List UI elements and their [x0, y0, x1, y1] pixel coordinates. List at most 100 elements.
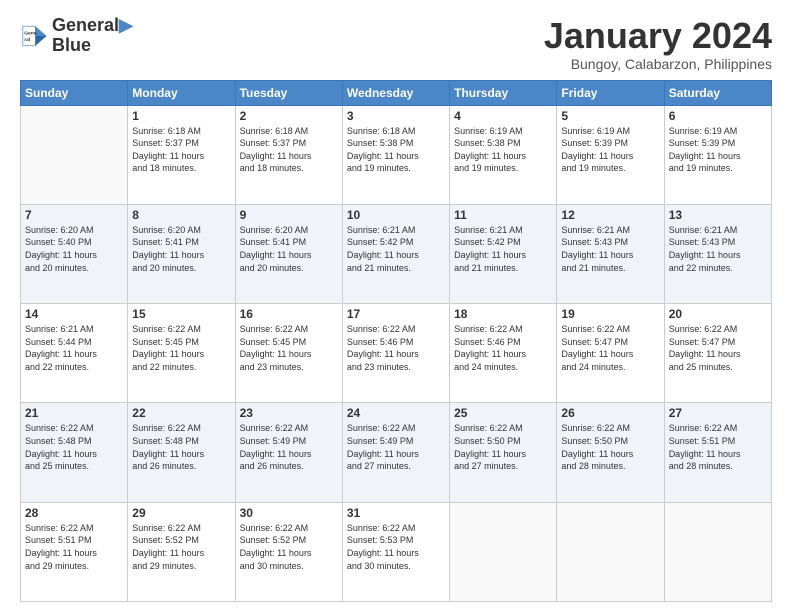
day-number: 10 — [347, 208, 445, 222]
day-header-saturday: Saturday — [664, 80, 771, 105]
day-number: 16 — [240, 307, 338, 321]
day-number: 29 — [132, 506, 230, 520]
day-header-thursday: Thursday — [450, 80, 557, 105]
day-cell: 28 Sunrise: 6:22 AM Sunset: 5:51 PM Dayli… — [21, 502, 128, 601]
week-row-4: 21 Sunrise: 6:22 AM Sunset: 5:48 PM Dayli… — [21, 403, 772, 502]
day-cell: 16 Sunrise: 6:22 AM Sunset: 5:45 PM Dayli… — [235, 304, 342, 403]
month-title: January 2024 — [544, 16, 772, 56]
day-cell: 25 Sunrise: 6:22 AM Sunset: 5:50 PM Dayli… — [450, 403, 557, 502]
week-row-3: 14 Sunrise: 6:21 AM Sunset: 5:44 PM Dayli… — [21, 304, 772, 403]
day-info: Sunrise: 6:19 AM Sunset: 5:39 PM Dayligh… — [561, 125, 659, 175]
day-cell — [21, 105, 128, 204]
day-info: Sunrise: 6:19 AM Sunset: 5:39 PM Dayligh… — [669, 125, 767, 175]
day-info: Sunrise: 6:22 AM Sunset: 5:49 PM Dayligh… — [240, 422, 338, 472]
day-cell: 5 Sunrise: 6:19 AM Sunset: 5:39 PM Daylig… — [557, 105, 664, 204]
day-info: Sunrise: 6:22 AM Sunset: 5:47 PM Dayligh… — [561, 323, 659, 373]
day-info: Sunrise: 6:22 AM Sunset: 5:50 PM Dayligh… — [561, 422, 659, 472]
day-cell: 6 Sunrise: 6:19 AM Sunset: 5:39 PM Daylig… — [664, 105, 771, 204]
day-number: 14 — [25, 307, 123, 321]
day-number: 3 — [347, 109, 445, 123]
svg-text:Gene: Gene — [24, 30, 37, 36]
day-cell: 31Sunrise: 6:22 AM Sunset: 5:53 PM Dayli… — [342, 502, 449, 601]
week-row-1: 1 Sunrise: 6:18 AM Sunset: 5:37 PM Daylig… — [21, 105, 772, 204]
day-info: Sunrise: 6:18 AM Sunset: 5:38 PM Dayligh… — [347, 125, 445, 175]
day-header-friday: Friday — [557, 80, 664, 105]
day-info: Sunrise: 6:22 AM Sunset: 5:48 PM Dayligh… — [132, 422, 230, 472]
day-cell: 12 Sunrise: 6:21 AM Sunset: 5:43 PM Dayli… — [557, 204, 664, 303]
day-number: 8 — [132, 208, 230, 222]
day-cell — [664, 502, 771, 601]
week-row-2: 7 Sunrise: 6:20 AM Sunset: 5:40 PM Daylig… — [21, 204, 772, 303]
day-number: 25 — [454, 406, 552, 420]
logo-text: General▶ Blue — [52, 16, 133, 56]
day-cell: 8 Sunrise: 6:20 AM Sunset: 5:41 PM Daylig… — [128, 204, 235, 303]
day-number: 9 — [240, 208, 338, 222]
day-number: 5 — [561, 109, 659, 123]
day-cell: 13Sunrise: 6:21 AM Sunset: 5:43 PM Dayli… — [664, 204, 771, 303]
day-number: 30 — [240, 506, 338, 520]
day-cell: 10 Sunrise: 6:21 AM Sunset: 5:42 PM Dayli… — [342, 204, 449, 303]
day-info: Sunrise: 6:22 AM Sunset: 5:51 PM Dayligh… — [25, 522, 123, 572]
day-number: 28 — [25, 506, 123, 520]
day-number: 6 — [669, 109, 767, 123]
day-number: 13 — [669, 208, 767, 222]
day-info: Sunrise: 6:18 AM Sunset: 5:37 PM Dayligh… — [132, 125, 230, 175]
day-number: 19 — [561, 307, 659, 321]
day-info: Sunrise: 6:21 AM Sunset: 5:42 PM Dayligh… — [454, 224, 552, 274]
day-info: Sunrise: 6:18 AM Sunset: 5:37 PM Dayligh… — [240, 125, 338, 175]
day-cell: 1 Sunrise: 6:18 AM Sunset: 5:37 PM Daylig… — [128, 105, 235, 204]
location-subtitle: Bungoy, Calabarzon, Philippines — [544, 56, 772, 72]
day-info: Sunrise: 6:22 AM Sunset: 5:48 PM Dayligh… — [25, 422, 123, 472]
day-number: 21 — [25, 406, 123, 420]
day-cell: 4 Sunrise: 6:19 AM Sunset: 5:38 PM Daylig… — [450, 105, 557, 204]
day-info: Sunrise: 6:22 AM Sunset: 5:52 PM Dayligh… — [132, 522, 230, 572]
day-info: Sunrise: 6:22 AM Sunset: 5:47 PM Dayligh… — [669, 323, 767, 373]
day-cell: 15Sunrise: 6:22 AM Sunset: 5:45 PM Dayli… — [128, 304, 235, 403]
day-header-wednesday: Wednesday — [342, 80, 449, 105]
day-cell: 3 Sunrise: 6:18 AM Sunset: 5:38 PM Daylig… — [342, 105, 449, 204]
day-cell: 29 Sunrise: 6:22 AM Sunset: 5:52 PM Dayli… — [128, 502, 235, 601]
day-number: 26 — [561, 406, 659, 420]
day-info: Sunrise: 6:21 AM Sunset: 5:44 PM Dayligh… — [25, 323, 123, 373]
day-info: Sunrise: 6:20 AM Sunset: 5:41 PM Dayligh… — [132, 224, 230, 274]
day-cell — [557, 502, 664, 601]
day-cell: 24Sunrise: 6:22 AM Sunset: 5:49 PM Dayli… — [342, 403, 449, 502]
day-number: 17 — [347, 307, 445, 321]
day-info: Sunrise: 6:21 AM Sunset: 5:43 PM Dayligh… — [561, 224, 659, 274]
logo-icon: Gene ral — [20, 22, 48, 50]
day-cell: 23Sunrise: 6:22 AM Sunset: 5:49 PM Dayli… — [235, 403, 342, 502]
day-number: 1 — [132, 109, 230, 123]
day-number: 12 — [561, 208, 659, 222]
day-cell — [450, 502, 557, 601]
day-info: Sunrise: 6:21 AM Sunset: 5:42 PM Dayligh… — [347, 224, 445, 274]
day-cell: 26 Sunrise: 6:22 AM Sunset: 5:50 PM Dayli… — [557, 403, 664, 502]
day-header-sunday: Sunday — [21, 80, 128, 105]
day-info: Sunrise: 6:22 AM Sunset: 5:45 PM Dayligh… — [132, 323, 230, 373]
day-number: 18 — [454, 307, 552, 321]
calendar-table: SundayMondayTuesdayWednesdayThursdayFrid… — [20, 80, 772, 602]
day-info: Sunrise: 6:22 AM Sunset: 5:45 PM Dayligh… — [240, 323, 338, 373]
day-info: Sunrise: 6:22 AM Sunset: 5:50 PM Dayligh… — [454, 422, 552, 472]
title-block: January 2024 Bungoy, Calabarzon, Philipp… — [544, 16, 772, 72]
header: Gene ral General▶ Blue January 2024 Bung… — [20, 16, 772, 72]
day-number: 20 — [669, 307, 767, 321]
day-cell: 27 Sunrise: 6:22 AM Sunset: 5:51 PM Dayli… — [664, 403, 771, 502]
day-cell: 17Sunrise: 6:22 AM Sunset: 5:46 PM Dayli… — [342, 304, 449, 403]
day-cell: 19 Sunrise: 6:22 AM Sunset: 5:47 PM Dayli… — [557, 304, 664, 403]
day-cell: 18 Sunrise: 6:22 AM Sunset: 5:46 PM Dayli… — [450, 304, 557, 403]
day-info: Sunrise: 6:20 AM Sunset: 5:40 PM Dayligh… — [25, 224, 123, 274]
day-cell: 21 Sunrise: 6:22 AM Sunset: 5:48 PM Dayli… — [21, 403, 128, 502]
day-info: Sunrise: 6:19 AM Sunset: 5:38 PM Dayligh… — [454, 125, 552, 175]
day-cell: 14 Sunrise: 6:21 AM Sunset: 5:44 PM Dayli… — [21, 304, 128, 403]
day-info: Sunrise: 6:22 AM Sunset: 5:46 PM Dayligh… — [454, 323, 552, 373]
day-number: 27 — [669, 406, 767, 420]
day-number: 11 — [454, 208, 552, 222]
day-header-row: SundayMondayTuesdayWednesdayThursdayFrid… — [21, 80, 772, 105]
day-info: Sunrise: 6:22 AM Sunset: 5:53 PM Dayligh… — [347, 522, 445, 572]
day-number: 2 — [240, 109, 338, 123]
week-row-5: 28 Sunrise: 6:22 AM Sunset: 5:51 PM Dayli… — [21, 502, 772, 601]
day-info: Sunrise: 6:22 AM Sunset: 5:51 PM Dayligh… — [669, 422, 767, 472]
day-number: 4 — [454, 109, 552, 123]
day-number: 24 — [347, 406, 445, 420]
day-number: 7 — [25, 208, 123, 222]
